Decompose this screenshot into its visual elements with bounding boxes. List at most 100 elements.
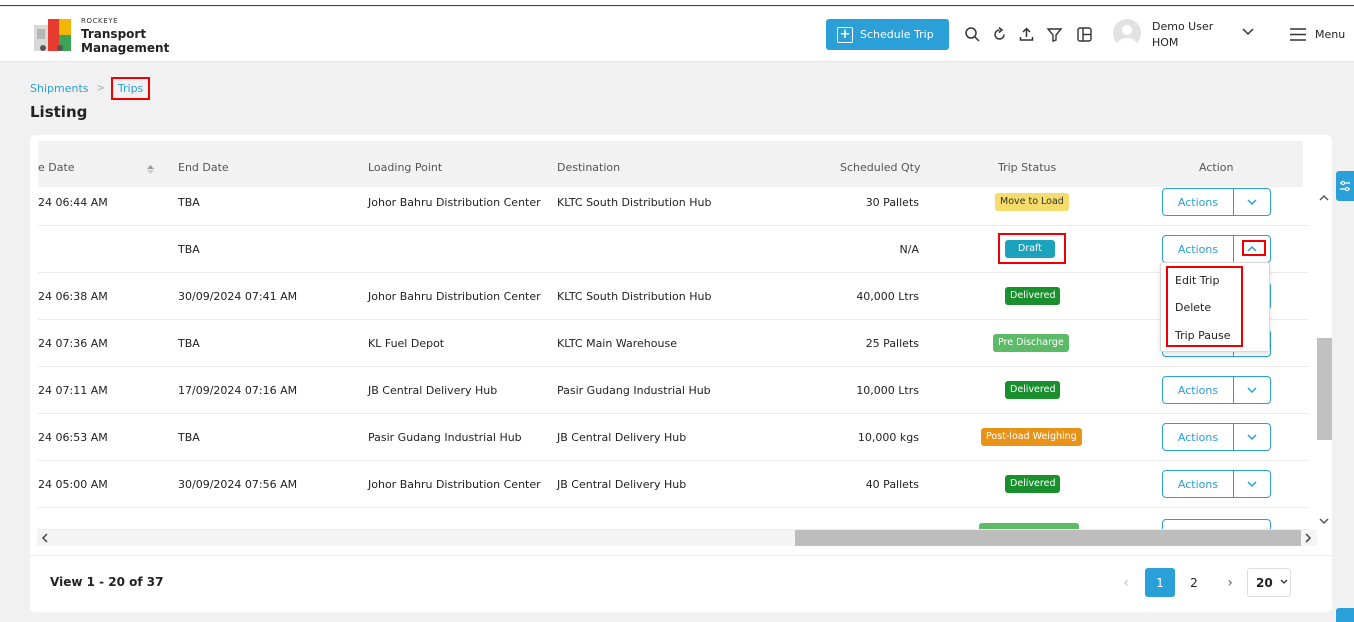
logo-icon [34,19,71,51]
schedule-trip-label: Schedule Trip [860,28,934,41]
page-1-button[interactable]: 1 [1145,568,1175,597]
header-start-date[interactable]: e Date [38,161,75,174]
cell-loading-point: JB Central Delivery Hub [368,384,498,397]
cell-scheduled-qty: 10,000 kgs [857,431,919,444]
status-badge: Pre Discharge [993,334,1069,352]
cell-start-date: 24 05:00 AM [38,478,108,491]
actions-split-button: Actions [1162,470,1271,498]
cell-loading-point: Johor Bahru Distribution Center [368,290,541,303]
page-title: Listing [30,103,88,121]
breadcrumb: Shipments > Trips [30,77,151,100]
chevron-down-icon [1280,579,1288,584]
cell-destination: JB Central Delivery Hub [557,478,687,491]
breadcrumb-separator: > [96,83,105,94]
cell-start-date: 24 07:36 AM [38,337,108,350]
header-scheduled-qty[interactable]: Scheduled Qty [840,161,921,174]
actions-dropdown-menu: Edit Trip Delete Trip Pause [1160,262,1270,352]
cell-destination: KLTC Main Warehouse [557,337,677,350]
prev-page-icon[interactable]: ‹ [1118,568,1134,597]
page-2-button[interactable]: 2 [1180,568,1208,597]
menu-item-edit-trip[interactable]: Edit Trip [1175,274,1219,287]
cell-start-date: 24 06:44 AM [38,196,108,209]
actions-toggle[interactable] [1234,377,1270,403]
brand-line-1: Transport [81,27,147,41]
cell-loading-point: Pasir Gudang Industrial Hub [368,431,522,444]
cell-end-date: 30/09/2024 07:56 AM [178,478,298,491]
table-row-partial [38,508,1308,530]
top-border [0,0,1354,6]
chevron-down-icon[interactable] [1241,27,1255,37]
user-icon [1117,25,1137,47]
actions-split-button [1162,519,1271,529]
cell-start-date: 24 06:53 AM [38,431,108,444]
table-row: 24 06:53 AM TBA Pasir Gudang Industrial … [38,414,1308,461]
header-destination[interactable]: Destination [557,161,620,174]
status-badge: Delivered [1005,287,1061,305]
actions-toggle[interactable] [1234,471,1270,497]
view-count: View 1 - 20 of 37 [50,575,164,589]
actions-button[interactable]: Actions [1163,236,1234,262]
vertical-scrollbar-thumb[interactable] [1317,338,1332,440]
scroll-down-icon[interactable] [1318,516,1330,526]
sort-icon[interactable] [147,165,154,174]
menu-item-trip-pause[interactable]: Trip Pause [1175,329,1231,342]
menu-label[interactable]: Menu [1315,28,1345,41]
draft-highlight [998,233,1066,264]
brand-small-text: ROCKEYE [81,17,119,25]
cell-destination: Pasir Gudang Industrial Hub [557,384,711,397]
cell-destination: KLTC South Distribution Hub [557,196,712,209]
cell-loading-point: Johor Bahru Distribution Center [368,196,541,209]
filter-icon[interactable] [1046,26,1063,43]
actions-button[interactable]: Actions [1163,471,1234,497]
scroll-right-icon[interactable] [1303,533,1313,543]
next-page-icon[interactable]: › [1222,568,1238,597]
scroll-left-icon[interactable] [40,533,50,543]
actions-button[interactable]: Actions [1163,189,1234,215]
cell-scheduled-qty: N/A [899,243,919,256]
hamburger-icon[interactable] [1290,28,1306,41]
cell-loading-point: Johor Bahru Distribution Center [368,478,541,491]
actions-toggle[interactable] [1234,189,1270,215]
avatar[interactable] [1113,19,1141,47]
chevron-down-icon [1247,387,1257,394]
breadcrumb-trips[interactable]: Trips [110,77,151,100]
header-trip-status[interactable]: Trip Status [998,161,1056,174]
actions-toggle[interactable] [1234,424,1270,450]
status-badge: Delivered [1005,381,1061,399]
chevron-down-icon [1247,434,1257,441]
chevron-down-icon [1247,481,1257,488]
status-badge: Move to Load [995,193,1069,211]
cell-end-date: TBA [178,337,200,350]
header-end-date[interactable]: End Date [178,161,229,174]
search-icon[interactable] [964,26,981,43]
cell-end-date: 30/09/2024 07:41 AM [178,290,298,303]
upload-icon[interactable] [1018,26,1035,43]
scroll-up-icon[interactable] [1318,193,1330,203]
cell-scheduled-qty: 10,000 Ltrs [856,384,919,397]
cell-scheduled-qty: 40 Pallets [865,478,919,491]
schedule-trip-button[interactable]: + Schedule Trip [826,19,949,50]
sliders-icon [1340,180,1350,192]
columns-icon[interactable] [1076,26,1093,43]
actions-button[interactable]: Actions [1163,424,1234,450]
cell-loading-point: KL Fuel Depot [368,337,445,350]
menu-item-delete[interactable]: Delete [1175,301,1211,314]
table-row: 24 07:36 AM TBA KL Fuel Depot KLTC Main … [38,320,1308,367]
side-tab-secondary[interactable] [1336,608,1354,622]
breadcrumb-shipments[interactable]: Shipments [30,82,89,95]
header-action: Action [1199,161,1234,174]
chevron-down-icon [1247,199,1257,206]
cell-scheduled-qty: 25 Pallets [865,337,919,350]
user-org: HOM [1152,36,1179,49]
actions-button[interactable]: Actions [1163,377,1234,403]
refresh-icon[interactable] [991,26,1008,43]
app-header: ROCKEYE Transport Management + Schedule … [0,7,1354,62]
footer-divider [30,555,1332,556]
cell-end-date: TBA [178,196,200,209]
header-loading-point[interactable]: Loading Point [368,161,442,174]
horizontal-scrollbar-thumb[interactable] [795,530,1301,546]
actions-split-button: Actions [1162,188,1271,216]
actions-toggle[interactable] [1234,236,1270,262]
brand-line-2: Management [81,41,170,55]
settings-side-tab[interactable] [1336,171,1354,201]
